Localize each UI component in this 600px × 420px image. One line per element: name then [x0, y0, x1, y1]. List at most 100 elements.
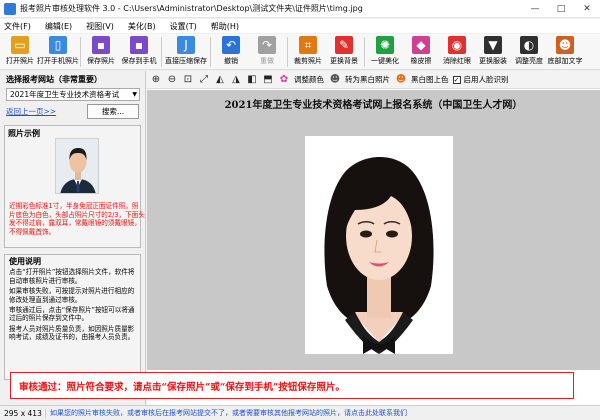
crop-icon: ⌗ — [299, 36, 317, 54]
sample-photo-box: 照片示例 近期彩色标准1寸，半身免冠正面证件照，照片底色为白色，头部占照片尺寸的… — [4, 125, 145, 248]
adjust-color-button[interactable]: 调整颜色 — [294, 74, 324, 85]
toolbar-button-save-to-phone[interactable]: ▪ 保存到手机 — [119, 34, 159, 70]
face-detect-checkbox[interactable]: ✓ — [452, 75, 461, 84]
toolbar-button-phone[interactable]: ▯ 打开手机照片 — [37, 34, 79, 70]
image-toolbar: ⊕ ⊖ ⊡ ⤢ ◭ ◮ ◧ ⬒ ✿ 调整颜色 ☻ 转为黑白照片 ☻ 黑白图上色 … — [147, 71, 600, 89]
toolbar-button-brightness[interactable]: ◐ 调整亮度 — [511, 34, 547, 70]
toolbar-button-folder-open[interactable]: ▭ 打开照片 — [2, 34, 38, 70]
toolbar-button-label: 更换服装 — [479, 57, 507, 65]
toolbar-button-background[interactable]: ✎ 更换背景 — [326, 34, 362, 70]
return-link[interactable]: 返回上一页>> — [6, 106, 56, 117]
gray-person-icon[interactable]: ☻ — [328, 73, 342, 87]
to-grayscale-button[interactable]: 转为黑白照片 — [345, 74, 390, 85]
folder-open-icon: ▭ — [11, 36, 29, 54]
fit-window-icon[interactable]: ⤢ — [197, 73, 211, 87]
exam-site-header: 选择报考网站（非常重要） — [6, 75, 102, 84]
toolbar-separator — [80, 37, 81, 67]
zoom-in-icon[interactable]: ⊕ — [149, 73, 163, 87]
menu-edit[interactable]: 编辑(E) — [45, 21, 72, 32]
palette-icon[interactable]: ✿ — [277, 73, 291, 87]
flip-horizontal-icon[interactable]: ◧ — [245, 73, 259, 87]
red-eye-icon: ◉ — [448, 36, 466, 54]
search-button[interactable]: 搜索... — [87, 104, 139, 119]
menu-settings[interactable]: 设置(T) — [170, 21, 197, 32]
usage-step: 点击“打开照片”按钮选择照片文件，软件将自动审核照片进行审核。 — [9, 268, 135, 285]
phone-icon: ▯ — [49, 36, 67, 54]
status-bar: 295 x 413 如果您的照片审核失败，或者审核后在报考网站提交不了，或者需要… — [0, 405, 600, 420]
toolbar-button-add-text[interactable]: ☻ 底部加文字 — [547, 34, 583, 70]
menu-bar: 文件(F) 编辑(E) 视图(V) 美化(B) 设置(T) 帮助(H) — [0, 19, 600, 33]
toolbar-button-label: 撤销 — [224, 57, 238, 65]
colorize-button[interactable]: 黑白图上色 — [411, 74, 449, 85]
toolbar-button-label: 保存到手机 — [121, 57, 157, 65]
sample-photo — [55, 138, 99, 194]
jpg-compress-icon: J — [177, 36, 195, 54]
toolbar-button-label: 调整亮度 — [515, 57, 543, 65]
toolbar-button-red-eye[interactable]: ◉ 消除红眼 — [439, 34, 475, 70]
toolbar-button-clothes[interactable]: ▼ 更换服装 — [475, 34, 511, 70]
usage-step: 如果审核失败，可按提示对照片进行相应的修改处理直到通过审核。 — [9, 287, 135, 304]
menu-help[interactable]: 帮助(H) — [211, 21, 239, 32]
usage-box: 使用说明 点击“打开照片”按钮选择照片文件，软件将自动审核照片进行审核。 如果审… — [4, 254, 141, 380]
usage-step: 审核通过后，点击“保存照片”按钮可以将通过后的照片保存到文件中。 — [9, 306, 135, 323]
color-person-icon[interactable]: ☻ — [394, 73, 408, 87]
rotate-right-icon[interactable]: ◮ — [229, 73, 243, 87]
undo-icon: ↶ — [222, 36, 240, 54]
main-toolbar: ▭ 打开照片 ▯ 打开手机照片 ▪ 保存照片 ▪ 保存到手机 J 直接压缩保存 ↶ 撤销 ↷ 重做 ⌗ 裁剪照… — [0, 34, 600, 70]
toolbar-button-label: 更换背景 — [330, 57, 358, 65]
toolbar-button-label: 裁剪照片 — [294, 57, 322, 65]
usage-step: 报考人员对照片质量负责，如因照片质量影响考试，成绩及证书的，由报考人员负责。 — [9, 324, 135, 342]
actual-size-icon[interactable]: ⊡ — [181, 73, 195, 87]
toolbar-button-label: 橡皮擦 — [410, 57, 432, 65]
toolbar-button-label: 打开照片 — [6, 57, 34, 65]
contact-link[interactable]: 如果您的照片审核失败，或者审核后在报考网站提交不了，或者需要审核其他报考网站的照… — [46, 408, 407, 418]
minimize-button[interactable]: — — [522, 0, 548, 18]
toolbar-separator — [287, 37, 288, 67]
canvas-heading: 2021年度卫生专业技术资格考试网上报名系统（中国卫生人才网） — [224, 100, 523, 111]
flip-vertical-icon[interactable]: ⬒ — [261, 73, 275, 87]
audit-result-message: 审核通过：照片符合要求，请点击“保存照片”或“保存到手机”按钮保存照片。 — [10, 372, 574, 399]
image-canvas[interactable]: 2021年度卫生专业技术资格考试网上报名系统（中国卫生人才网） — [147, 90, 600, 370]
app-icon — [4, 2, 16, 15]
toolbar-separator — [161, 37, 162, 67]
exam-site-value: 2021年度卫生专业技术资格考试 — [10, 90, 120, 99]
brightness-icon: ◐ — [520, 36, 538, 54]
toolbar-separator — [364, 37, 365, 67]
eraser-icon: ◆ — [412, 36, 430, 54]
toolbar-button-redo[interactable]: ↷ 重做 — [249, 34, 285, 70]
chevron-down-icon: ▼ — [132, 91, 137, 98]
toolbar-button-jpg-compress[interactable]: J 直接压缩保存 — [164, 34, 208, 70]
image-dimensions: 295 x 413 — [0, 408, 46, 418]
exam-site-select[interactable]: 2021年度卫生专业技术资格考试 ▼ — [6, 88, 140, 101]
toolbar-button-crop[interactable]: ⌗ 裁剪照片 — [290, 34, 326, 70]
save-icon: ▪ — [92, 36, 110, 54]
title-bar: 报考照片审核处理软件 3.0 - C:\Users\Administrator\… — [0, 0, 600, 18]
main-panel: ⊕ ⊖ ⊡ ⤢ ◭ ◮ ◧ ⬒ ✿ 调整颜色 ☻ 转为黑白照片 ☻ 黑白图上色 … — [147, 71, 600, 405]
toolbar-button-label: 直接压缩保存 — [165, 57, 207, 65]
sample-rule-text: 近期彩色标准1寸，半身免冠正面证件照，照片底色为白色，头部占照片尺寸的2/3，下… — [9, 202, 145, 236]
toolbar-button-label: 底部加文字 — [547, 57, 583, 65]
usage-header: 使用说明 — [9, 257, 41, 266]
close-button[interactable]: ✕ — [574, 0, 600, 18]
menu-file[interactable]: 文件(F) — [4, 21, 31, 32]
toolbar-button-label: 重做 — [260, 57, 274, 65]
left-panel: 选择报考网站（非常重要） 2021年度卫生专业技术资格考试 ▼ 返回上一页>> … — [0, 71, 146, 405]
clothes-icon: ▼ — [484, 36, 502, 54]
menu-view[interactable]: 视图(V) — [86, 21, 114, 32]
face-detect-label: 启用人脸识别 — [463, 75, 509, 84]
toolbar-button-label: 打开手机照片 — [37, 57, 79, 65]
maximize-button[interactable]: □ — [548, 0, 574, 18]
menu-beautify[interactable]: 美化(B) — [128, 21, 156, 32]
toolbar-button-label: 保存照片 — [87, 57, 115, 65]
background-icon: ✎ — [335, 36, 353, 54]
toolbar-button-label: 一键美化 — [371, 57, 399, 65]
redo-icon: ↷ — [258, 36, 276, 54]
zoom-out-icon[interactable]: ⊖ — [165, 73, 179, 87]
window-title: 报考照片审核处理软件 3.0 - C:\Users\Administrator\… — [20, 4, 363, 13]
rotate-left-icon[interactable]: ◭ — [213, 73, 227, 87]
toolbar-button-undo[interactable]: ↶ 撤销 — [213, 34, 249, 70]
toolbar-button-eraser[interactable]: ◆ 橡皮擦 — [403, 34, 439, 70]
toolbar-button-save[interactable]: ▪ 保存照片 — [83, 34, 119, 70]
id-photo — [305, 136, 453, 354]
toolbar-button-beautify[interactable]: ✺ 一键美化 — [367, 34, 403, 70]
